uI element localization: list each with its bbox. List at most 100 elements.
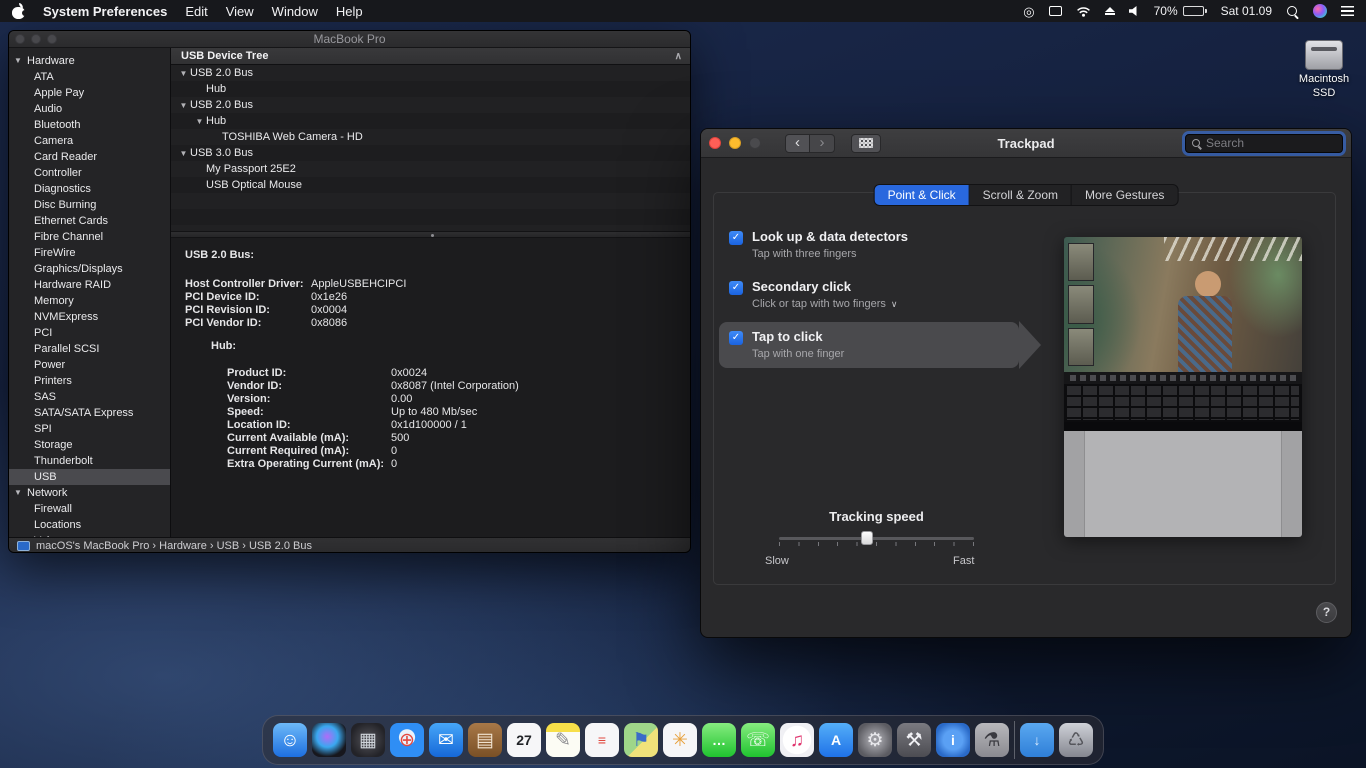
dock-trash[interactable]: ♺ <box>1059 723 1093 757</box>
sidebar-item[interactable]: ▼Storage <box>9 437 170 453</box>
sidebar-item[interactable]: ▼Thunderbolt <box>9 453 170 469</box>
sidebar-item[interactable]: ▼Locations <box>9 517 170 533</box>
dock-messages[interactable]: … <box>702 723 736 757</box>
display-icon[interactable] <box>1049 6 1062 16</box>
splitter-handle[interactable] <box>171 231 690 238</box>
siri-icon[interactable] <box>1313 4 1327 18</box>
menu-item[interactable]: Help <box>336 4 363 19</box>
checkbox[interactable]: ✓ <box>729 281 743 295</box>
device-tree-row[interactable]: ▼My Passport 25E2 <box>171 161 690 177</box>
dock-launchpad[interactable]: ▦ <box>351 723 385 757</box>
help-button[interactable]: ? <box>1316 602 1337 623</box>
disclosure-triangle-icon[interactable]: ▼ <box>177 101 190 110</box>
menu-item[interactable]: Window <box>272 4 318 19</box>
menu-app-name[interactable]: System Preferences <box>43 4 167 19</box>
collapse-caret-icon[interactable]: ∧ <box>675 51 682 62</box>
sidebar-item[interactable]: ▼Graphics/Displays <box>9 261 170 277</box>
dock-reminders[interactable]: ≡ <box>585 723 619 757</box>
device-tree-row[interactable]: ▼USB 2.0 Bus <box>171 97 690 113</box>
sidebar-item[interactable]: ▼Hardware RAID <box>9 277 170 293</box>
dock-itunes[interactable]: ♫ <box>780 723 814 757</box>
sidebar-item[interactable]: ▼Camera <box>9 133 170 149</box>
sidebar-item[interactable]: ▼Memory <box>9 293 170 309</box>
tab[interactable]: More Gestures <box>1072 185 1177 205</box>
trackpad-option-row[interactable]: ✓ Tap to click Tap with one finger∨ <box>719 322 1019 368</box>
disclosure-triangle-icon[interactable]: ▼ <box>193 117 206 126</box>
sidebar-item[interactable]: ▼Volume <box>9 533 170 537</box>
device-tree-row[interactable]: ▼Hub <box>171 113 690 129</box>
sidebar-item[interactable]: ▼Parallel SCSI <box>9 341 170 357</box>
sidebar-item[interactable]: ▼SATA/SATA Express <box>9 405 170 421</box>
sidebar-item[interactable]: ▼Audio <box>9 101 170 117</box>
menu-clock[interactable]: Sat 01.09 <box>1221 4 1272 18</box>
tab[interactable]: Scroll & Zoom <box>970 185 1072 205</box>
sidebar-item[interactable]: ▼Card Reader <box>9 149 170 165</box>
sidebar-item[interactable]: ▼SPI <box>9 421 170 437</box>
sidebar-item[interactable]: ▼PCI <box>9 325 170 341</box>
minimize-button[interactable] <box>729 137 741 149</box>
dock-notes[interactable]: ✎ <box>546 723 580 757</box>
device-tree-header[interactable]: USB Device Tree ∧ <box>171 48 690 65</box>
checkbox[interactable]: ✓ <box>729 231 743 245</box>
notification-center-icon[interactable] <box>1341 6 1354 16</box>
forward-button[interactable]: › <box>810 134 835 153</box>
checkbox[interactable]: ✓ <box>729 331 743 345</box>
spotlight-icon[interactable] <box>1286 5 1299 18</box>
show-all-preferences-button[interactable] <box>851 134 881 153</box>
sidebar-item[interactable]: ▼Firewall <box>9 501 170 517</box>
sidebar-item[interactable]: ▼Power <box>9 357 170 373</box>
sidebar-item[interactable]: ▼USB <box>9 469 170 485</box>
dock-safari[interactable]: ⊕ <box>390 723 424 757</box>
chevron-down-icon[interactable]: ∨ <box>891 299 898 309</box>
dock-system-preferences[interactable]: ⚙ <box>858 723 892 757</box>
sidebar-item[interactable]: ▼Fibre Channel <box>9 229 170 245</box>
apple-menu-icon[interactable] <box>12 4 25 19</box>
tracking-speed-slider[interactable] <box>779 530 974 548</box>
device-tree-row[interactable]: ▼USB Optical Mouse <box>171 177 690 193</box>
sidebar-item[interactable]: ▼Printers <box>9 373 170 389</box>
dock-mail[interactable]: ✉ <box>429 723 463 757</box>
menu-item[interactable]: Edit <box>185 4 207 19</box>
dock-calendar[interactable]: 27 <box>507 723 541 757</box>
dock-separator[interactable] <box>1014 721 1015 759</box>
menu-item[interactable]: View <box>226 4 254 19</box>
sidebar-item[interactable]: ▼Controller <box>9 165 170 181</box>
dock-info[interactable]: i <box>936 723 970 757</box>
sidebar-item[interactable]: ▼Ethernet Cards <box>9 213 170 229</box>
sidebar-item[interactable]: ▼ATA <box>9 69 170 85</box>
sidebar-item[interactable]: ▼Disc Burning <box>9 197 170 213</box>
wifi-icon[interactable] <box>1076 6 1091 17</box>
eject-icon[interactable] <box>1105 7 1115 15</box>
dock-photos[interactable]: ✳ <box>663 723 697 757</box>
sidebar-item[interactable]: ▼Network <box>9 485 170 501</box>
sidebar-item[interactable]: ▼SAS <box>9 389 170 405</box>
trackpad-titlebar[interactable]: ‹ › Trackpad <box>701 129 1351 158</box>
sidebar-item[interactable]: ▼Apple Pay <box>9 85 170 101</box>
system-info-titlebar[interactable]: MacBook Pro <box>9 31 690 48</box>
disclosure-triangle-icon[interactable]: ▼ <box>14 53 27 69</box>
close-button[interactable] <box>709 137 721 149</box>
sidebar-item[interactable]: ▼Hardware <box>9 53 170 69</box>
dock-finder[interactable]: ☺ <box>273 723 307 757</box>
dock-app-store[interactable]: A <box>819 723 853 757</box>
dock-facetime[interactable]: ☏ <box>741 723 775 757</box>
desktop-volume-macintosh-ssd[interactable]: Macintosh SSD <box>1295 40 1353 101</box>
back-button[interactable]: ‹ <box>785 134 810 153</box>
screen-recording-icon[interactable]: ◎ <box>1023 5 1034 18</box>
sidebar-item[interactable]: ▼Bluetooth <box>9 117 170 133</box>
search-field[interactable] <box>1185 134 1343 153</box>
disclosure-triangle-icon[interactable]: ▼ <box>14 485 27 501</box>
dock-downloads[interactable]: ↓ <box>1020 723 1054 757</box>
device-tree-row[interactable]: ▼USB 3.0 Bus <box>171 145 690 161</box>
search-input[interactable] <box>1206 136 1337 150</box>
sidebar-item[interactable]: ▼FireWire <box>9 245 170 261</box>
dock-utility[interactable]: ⚗ <box>975 723 1009 757</box>
trackpad-option-row[interactable]: ✓ Secondary click Click or tap with two … <box>719 272 1019 318</box>
device-tree-row[interactable]: ▼Hub <box>171 81 690 97</box>
device-tree-row[interactable]: ▼TOSHIBA Web Camera - HD <box>171 129 690 145</box>
disclosure-triangle-icon[interactable]: ▼ <box>177 149 190 158</box>
battery-indicator[interactable]: 70% <box>1154 4 1207 18</box>
trackpad-option-row[interactable]: ✓ Look up & data detectors Tap with thre… <box>719 222 1019 268</box>
dock-contacts[interactable]: ▤ <box>468 723 502 757</box>
device-tree-row[interactable]: ▼USB 2.0 Bus <box>171 65 690 81</box>
